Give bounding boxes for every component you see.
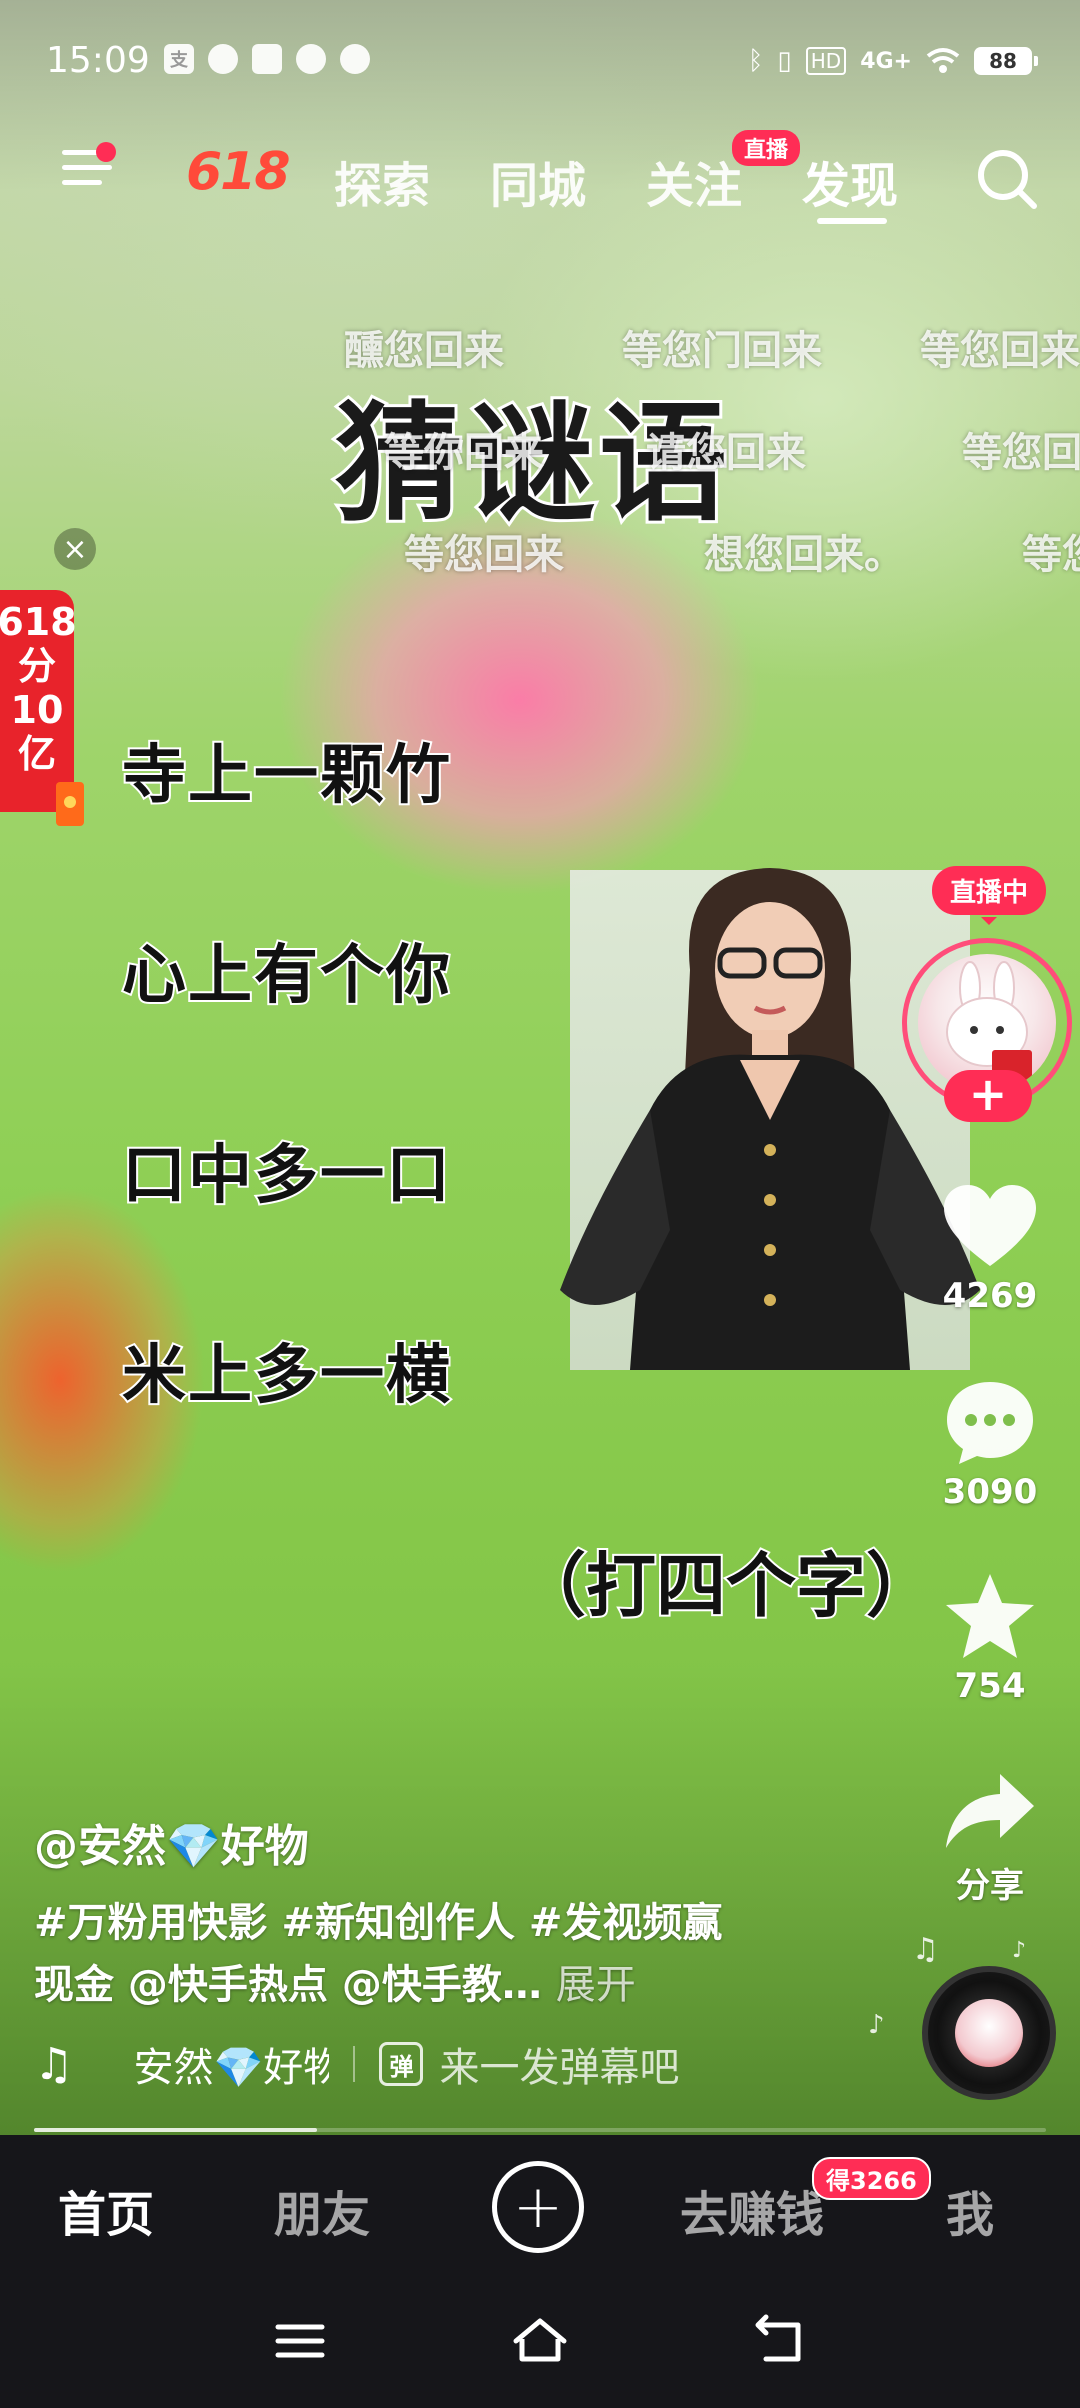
share-label: 分享 (956, 1866, 1024, 1906)
danmaku-input[interactable]: 来一发弹幕吧 (439, 2035, 679, 2093)
music-row: ♫ 安然💎好物 弹 来一发弹幕吧 (34, 2036, 679, 2092)
tab-following[interactable]: 关注 (646, 146, 742, 216)
comment-count: 3090 (942, 1472, 1038, 1512)
top-nav: 618 探索 同城 关注 直播 发现 (0, 130, 1080, 230)
music-note-icon: ♫ (912, 1932, 939, 1967)
earn-badge: 得3266 (812, 2157, 931, 2200)
like-count: 4269 (942, 1276, 1038, 1316)
tab-friends[interactable]: 朋友 (274, 2175, 370, 2245)
music-disc[interactable] (922, 1966, 1056, 2100)
menu-line-icon (62, 165, 112, 170)
danmaku-comment: 想您回来。 (704, 532, 904, 578)
wifi-icon (926, 48, 960, 73)
chat-bubble-icon (208, 44, 238, 74)
promo-618-tab[interactable]: 618 (186, 142, 291, 202)
music-note-icon: ♪ (868, 2010, 885, 2040)
promo-text: 10 (10, 688, 64, 732)
danmaku-comment: 等您回来 (404, 532, 564, 578)
author-name[interactable]: @安然💎好物 (34, 1810, 309, 1874)
comment-button[interactable]: 3090 (930, 1378, 1050, 1512)
danmaku-comment: 请您回来 (646, 430, 806, 476)
share-button[interactable]: 分享 (930, 1768, 1050, 1907)
promo-text: 618 (0, 600, 77, 644)
danmaku-comment: 等您回 (962, 430, 1080, 476)
video-progress-bar[interactable] (34, 2128, 1046, 2132)
favorite-count: 754 (954, 1666, 1026, 1706)
danmaku-comment: 等你回来 (384, 430, 544, 476)
promo-text: 亿 (17, 732, 56, 776)
live-now-badge[interactable]: 直播中 (932, 866, 1047, 925)
music-cover (955, 1999, 1023, 2067)
menu-line-icon (62, 180, 102, 185)
home-icon[interactable] (512, 2313, 568, 2369)
bluetooth-icon: ᛒ (747, 46, 764, 76)
tab-home[interactable]: 首页 (58, 2175, 154, 2245)
network-4g-icon: 4G+ (860, 48, 912, 74)
music-note-icon: ♫ (34, 2038, 74, 2090)
tab-nearby[interactable]: 同城 (490, 146, 586, 216)
divider (353, 2046, 356, 2082)
leaf-icon (296, 44, 326, 74)
expand-link[interactable]: 展开 (556, 1962, 636, 2008)
favorite-button[interactable]: 754 (930, 1570, 1050, 1706)
search-icon[interactable] (972, 144, 1042, 214)
live-badge: 直播 (732, 130, 801, 166)
tab-discover[interactable]: 发现 (802, 146, 898, 216)
promo-618-badge[interactable]: 618 分 10 亿 (0, 590, 77, 812)
riddle-line: 寺上一颗竹 (120, 737, 452, 815)
riddle-line: 心上有个你 (120, 937, 452, 1015)
riddle-line: 米上多一横 (120, 1337, 452, 1415)
comment-icon (947, 1382, 1033, 1464)
back-icon[interactable] (752, 2313, 808, 2369)
close-promo-button[interactable]: × (54, 528, 96, 570)
danmaku-comment: 等您回来 (920, 328, 1080, 374)
status-bar: 15:09 支 ᛒ ▯ HD 4G+ 88 (0, 0, 1080, 120)
star-icon (946, 1574, 1034, 1658)
system-status-icons: ᛒ ▯ HD 4G+ (748, 46, 960, 76)
video-caption[interactable]: #万粉用快影 #新知创作人 #发视频赢现金 @快手热点 @快手教… 展开 (34, 1892, 754, 2016)
system-nav-bar (0, 2275, 1080, 2408)
alipay-icon: 支 (164, 44, 194, 74)
progress-fill (34, 2128, 318, 2132)
app-icon (340, 44, 370, 74)
vibrate-icon: ▯ (777, 46, 792, 76)
riddle-line: 口中多一口 (120, 1137, 452, 1215)
menu-icon[interactable] (272, 2313, 328, 2369)
music-title[interactable]: 安然💎好物 (133, 2035, 329, 2093)
heart-icon (944, 1185, 1036, 1266)
danmaku-comment: 等您 (1022, 532, 1080, 578)
status-time: 15:09 (46, 40, 150, 81)
hd-icon: HD (805, 47, 847, 75)
tab-explore[interactable]: 探索 (334, 146, 430, 216)
riddle-hint: （打四个字） (514, 1543, 938, 1629)
add-video-button[interactable]: + (492, 2161, 584, 2253)
follow-button[interactable]: + (944, 1070, 1032, 1122)
tab-me[interactable]: 我 (946, 2175, 994, 2245)
share-arrow-icon (946, 1774, 1034, 1848)
message-icon (252, 44, 282, 74)
like-button[interactable]: 4269 (930, 1182, 1050, 1316)
promo-text: 分 (17, 644, 56, 688)
battery-indicator: 88 (974, 47, 1038, 75)
tab-earn[interactable]: 去赚钱 (680, 2175, 824, 2245)
danmaku-icon[interactable]: 弹 (379, 2042, 424, 2086)
active-tab-indicator (817, 218, 887, 224)
red-envelope-icon (56, 782, 84, 826)
notification-icons: 支 (164, 44, 370, 74)
bottom-tab-bar: 首页 朋友 + 去赚钱 得3266 我 (0, 2135, 1080, 2275)
notification-dot (96, 142, 116, 162)
music-note-icon: ♪ (1012, 1938, 1027, 1963)
